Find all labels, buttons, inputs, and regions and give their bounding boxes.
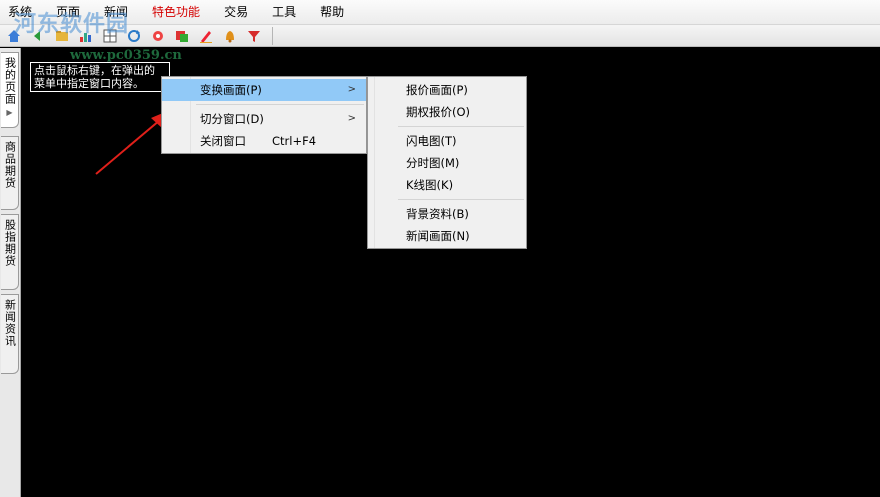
menu-separator (398, 126, 524, 127)
toolbar-separator (272, 26, 273, 45)
menu-item-label: 关闭窗口 (200, 134, 246, 148)
filter-icon (248, 30, 260, 42)
menu-item-shortcut: Ctrl+F4 (272, 134, 317, 148)
menu-item-label: 切分窗口(D) (200, 112, 264, 126)
target-icon (153, 30, 163, 41)
window-icon (176, 30, 188, 42)
side-tab-label: 股指期货 (3, 219, 17, 267)
chevron-right-icon: > (347, 84, 356, 95)
side-tab-my-page[interactable]: 我的页面 ▶ (1, 52, 19, 128)
triangle-right-icon: ▶ (6, 108, 13, 117)
submenu-item-flash-chart[interactable]: 闪电图(T) (368, 130, 526, 152)
toolbar-button-filter[interactable] (244, 27, 264, 45)
menu-special-features[interactable]: 特色功能 (140, 0, 212, 24)
menu-item-label: 变换画面(P) (200, 83, 262, 97)
toolbar-button-pen[interactable] (196, 27, 216, 45)
bell-icon (226, 30, 234, 42)
hint-line-1: 点击鼠标右键，在弹出的 (34, 64, 155, 77)
submenu-item-option-quote[interactable]: 期权报价(O) (368, 101, 526, 123)
submenu-item-candlestick-chart[interactable]: K线图(K) (368, 174, 526, 196)
submenu-switch-view: 报价画面(P) 期权报价(O) 闪电图(T) 分时图(M) K线图(K) 背景资… (367, 76, 527, 249)
watermark-logo: 河东软件园 (14, 11, 130, 37)
side-tab-index-futures[interactable]: 股指期货 (1, 214, 19, 290)
side-tab-commodity-futures[interactable]: 商品期货 (1, 136, 19, 210)
side-tab-label: 商品期货 (3, 141, 17, 189)
side-tab-label: 新闻资讯 (3, 299, 17, 347)
context-menu: 变换画面(P) > 切分窗口(D) > 关闭窗口 Ctrl+F4 (161, 76, 367, 154)
toolbar-button-target[interactable] (148, 27, 168, 45)
side-tab-label: 我的页面 (3, 57, 17, 105)
chevron-right-icon: > (347, 113, 356, 124)
menu-trade[interactable]: 交易 (212, 0, 260, 24)
toolbar-button-window[interactable] (172, 27, 192, 45)
context-menu-item-close-window[interactable]: 关闭窗口 Ctrl+F4 (162, 130, 366, 152)
submenu-item-news-view[interactable]: 新闻画面(N) (368, 225, 526, 247)
menu-separator (196, 104, 364, 105)
watermark-url: www.pc0359.cn (70, 48, 182, 63)
side-tab-news[interactable]: 新闻资讯 (1, 294, 19, 374)
pen-icon (200, 30, 212, 43)
side-tab-strip: 我的页面 ▶ 商品期货 股指期货 新闻资讯 (0, 48, 21, 497)
toolbar-button-bell[interactable] (220, 27, 240, 45)
menu-bar: 系统 页面 新闻 特色功能 交易 工具 帮助 (0, 0, 880, 25)
menu-help[interactable]: 帮助 (308, 0, 356, 24)
menu-tools[interactable]: 工具 (260, 0, 308, 24)
hint-tooltip: 点击鼠标右键，在弹出的 菜单中指定窗口内容。 (30, 62, 170, 92)
context-menu-item-split-window[interactable]: 切分窗口(D) > (162, 108, 366, 130)
menu-separator (398, 199, 524, 200)
context-menu-item-switch-view[interactable]: 变换画面(P) > (162, 79, 366, 101)
hint-line-2: 菜单中指定窗口内容。 (34, 77, 144, 90)
submenu-item-time-chart[interactable]: 分时图(M) (368, 152, 526, 174)
submenu-item-quote[interactable]: 报价画面(P) (368, 79, 526, 101)
submenu-item-background-info[interactable]: 背景资料(B) (368, 203, 526, 225)
toolbar (0, 25, 880, 47)
